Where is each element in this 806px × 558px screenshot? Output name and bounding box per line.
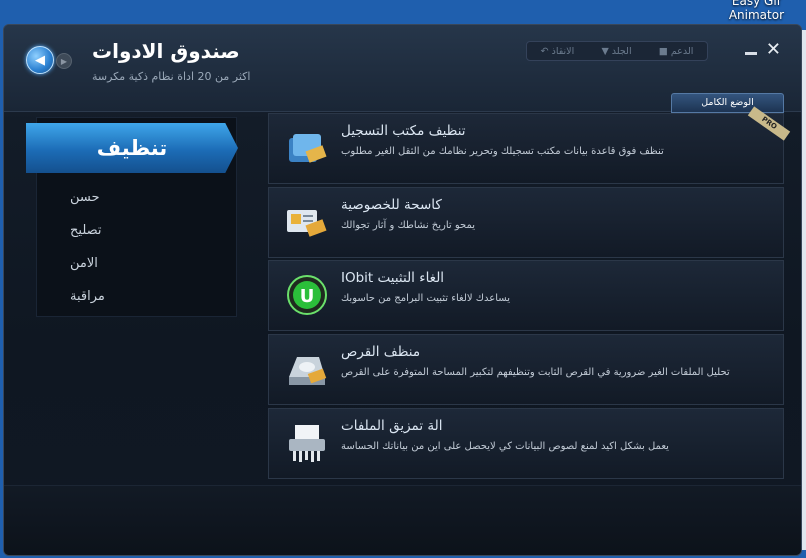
tool-registry-cleaner[interactable]: تنظيف مكتب التسجيل تنظف فوق قاعدة بيانات…	[268, 106, 791, 184]
back-button[interactable]: ◀	[26, 46, 54, 74]
page-title: صندوق الادوات	[92, 39, 240, 63]
sidebar-item-repair[interactable]: تصليح	[70, 223, 102, 238]
sidebar-item-optimize[interactable]: حسن	[70, 190, 100, 205]
sidebar-item-clean[interactable]: تنظيف	[26, 123, 238, 173]
skin-link[interactable]: ▼ الجلد	[601, 46, 631, 57]
arrow-left-icon: ◀	[35, 52, 45, 68]
registry-icon	[285, 128, 329, 168]
svg-text:U: U	[300, 286, 315, 307]
close-icon: ✕	[765, 39, 781, 60]
tool-file-shredder[interactable]: الة تمزيق الملفات يعمل بشكل اكيد لمنع لص…	[268, 408, 784, 479]
shirt-icon: ▼	[601, 45, 609, 57]
uninstaller-icon: U	[285, 275, 329, 315]
full-mode-button[interactable]: الوضع الكامل	[671, 93, 784, 113]
minimize-button[interactable]	[745, 43, 757, 55]
disk-cleaner-icon	[285, 349, 329, 389]
tool-iobit-uninstaller[interactable]: U IObit الغاء التثبيت يساعدك لالغاء تثبي…	[268, 260, 784, 331]
tool-privacy-sweeper[interactable]: كاسحة للخصوصية يمحو تاريخ نشاطك و آثار ت…	[268, 187, 784, 258]
rescue-link[interactable]: ↶ الانقاذ	[541, 46, 575, 57]
top-links: ↶ الانقاذ ▼ الجلد ■ الدعم	[526, 41, 708, 61]
forward-button[interactable]: ▶	[56, 53, 72, 69]
chat-icon: ■	[658, 45, 668, 57]
page-subtitle: اكثر من 20 اداة نظام ذكية مكرسة	[92, 70, 251, 83]
file-shredder-icon	[285, 423, 329, 463]
footer-bar	[4, 485, 801, 555]
tool-disk-cleaner[interactable]: منظف القرص تحليل الملفات الغير ضرورية في…	[268, 334, 784, 405]
desktop-icon-label[interactable]: Easy Gif Animator	[729, 0, 784, 22]
privacy-icon	[285, 202, 329, 242]
close-button[interactable]: ✕	[766, 39, 781, 60]
support-link[interactable]: ■ الدعم	[659, 46, 694, 57]
sidebar-item-monitor[interactable]: مراقبة	[70, 289, 105, 304]
toolbox-window: ◀ ▶ صندوق الادوات اكثر من 20 اداة نظام ذ…	[3, 24, 802, 556]
sidebar-item-security[interactable]: الامن	[70, 256, 98, 271]
arrow-right-icon: ▶	[60, 56, 68, 66]
undo-icon: ↶	[540, 45, 549, 57]
